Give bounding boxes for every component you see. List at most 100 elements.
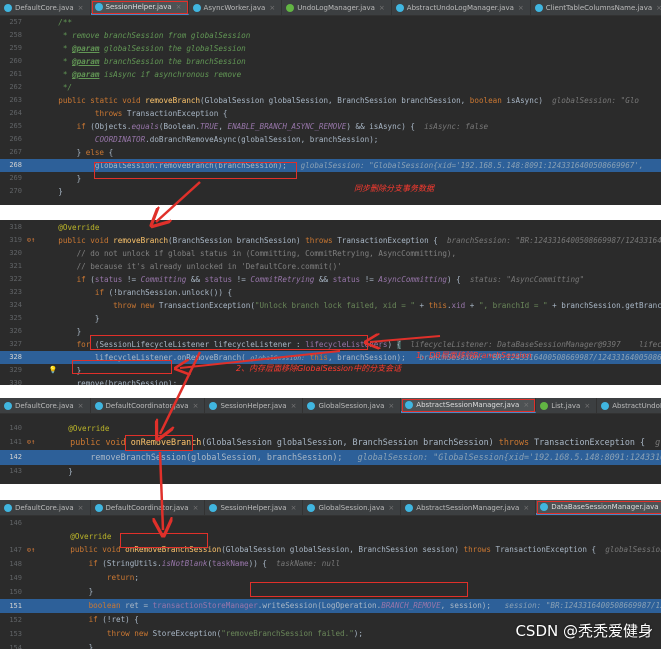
code-line[interactable]: 265 if (Objects.equals(Boolean.TRUE, ENA… bbox=[0, 120, 661, 133]
close-icon[interactable]: × bbox=[388, 504, 394, 512]
code-line[interactable]: 264 throws TransactionException { bbox=[0, 107, 661, 120]
code-line[interactable]: 261 * @param isAsync if asynchronous rem… bbox=[0, 68, 661, 81]
close-icon[interactable]: × bbox=[291, 402, 297, 410]
close-icon[interactable]: × bbox=[523, 401, 529, 409]
tab-asyncworker-java[interactable]: AsyncWorker.java × bbox=[189, 0, 283, 15]
close-icon[interactable]: × bbox=[269, 4, 275, 12]
annotation-memory-remove: 2、内存层面移除GlobalSession中的分支会话 bbox=[236, 364, 402, 373]
class-icon bbox=[4, 3, 12, 12]
override-gutter-icon[interactable]: ⊙↑ bbox=[24, 234, 38, 247]
close-icon[interactable]: × bbox=[291, 504, 297, 512]
code-line[interactable]: 143 } bbox=[0, 465, 661, 478]
code-line[interactable]: 154 } bbox=[0, 641, 661, 649]
code-line[interactable]: 141 ⊙↑ public void onRemoveBranch(GlobalS… bbox=[0, 435, 661, 450]
code-line[interactable]: 257 /** bbox=[0, 16, 661, 29]
close-icon[interactable]: × bbox=[584, 402, 590, 410]
code-line[interactable]: 260 * @param branchSession the branchSes… bbox=[0, 55, 661, 68]
code-line[interactable]: 150 } bbox=[0, 585, 661, 599]
code-line[interactable]: 140 @Override bbox=[0, 422, 661, 435]
code-line[interactable]: 324 throw new TransactionException("Unlo… bbox=[0, 299, 661, 312]
code-line[interactable]: 269 } bbox=[0, 172, 661, 185]
code-line[interactable]: 262 */ bbox=[0, 81, 661, 94]
line-number: 320 bbox=[9, 249, 22, 257]
class-icon bbox=[4, 503, 12, 512]
tab-clienttablecolumnsname-java[interactable]: ClientTableColumnsName.java× bbox=[531, 0, 661, 15]
code-line[interactable]: 321 // because it's already unlocked in … bbox=[0, 260, 661, 273]
line-text: /** bbox=[58, 18, 73, 27]
code-line[interactable]: 330 remove(branchSession); bbox=[0, 377, 661, 385]
tab-abstractundologmanager-java[interactable]: AbstractUndoLogManager.java× bbox=[597, 398, 661, 413]
tab-defaultcore-java[interactable]: DefaultCore.java × bbox=[0, 398, 91, 413]
tab-abstractundologmanager-java[interactable]: AbstractUndoLogManager.java× bbox=[392, 0, 531, 15]
code-line[interactable]: 146 @Override bbox=[0, 530, 661, 543]
code-line[interactable]: 263 public static void removeBranch(Glob… bbox=[0, 94, 661, 107]
tab-abstractsessionmanager-java[interactable]: AbstractSessionManager.java × bbox=[401, 398, 537, 413]
close-icon[interactable]: × bbox=[193, 402, 199, 410]
line-text: public void onRemoveBranchSession(Global… bbox=[70, 545, 661, 554]
tab-label: AsyncWorker.java bbox=[203, 3, 266, 12]
line-number: 147 bbox=[9, 546, 22, 554]
close-icon[interactable]: × bbox=[388, 402, 394, 410]
code-line-current[interactable]: 151 boolean ret = transactionStoreManage… bbox=[0, 599, 661, 613]
close-icon[interactable]: × bbox=[379, 4, 385, 12]
tab-label: SessionHelper.java bbox=[105, 2, 172, 11]
close-icon[interactable]: × bbox=[176, 3, 182, 11]
line-number: 153 bbox=[9, 630, 22, 638]
code-line[interactable]: 326 } bbox=[0, 325, 661, 338]
override-gutter-icon[interactable]: ⊙↑ bbox=[24, 435, 38, 450]
tab-globalsession-java[interactable]: GlobalSession.java × bbox=[303, 500, 402, 515]
code-line[interactable]: 148 if (StringUtils.isNotBlank(taskName)… bbox=[0, 557, 661, 571]
code-line[interactable]: 320 // do not unlock if global status in… bbox=[0, 247, 661, 260]
code-line[interactable]: 323 if (!branchSession.unlock()) { bbox=[0, 286, 661, 299]
line-text: * remove branchSession from globalSessio… bbox=[62, 31, 251, 40]
tab-databasesessionmanager-java[interactable]: DataBaseSessionManager.java× bbox=[536, 500, 661, 515]
line-number: 328 bbox=[9, 353, 22, 361]
override-gutter-icon[interactable]: ⊙↑ bbox=[24, 543, 38, 557]
tab-globalsession-java[interactable]: GlobalSession.java × bbox=[303, 398, 402, 413]
line-text: @Override bbox=[68, 424, 110, 433]
code-line[interactable]: 325 } bbox=[0, 312, 661, 325]
editor-panel-abstract-session-manager: DefaultCore.java × DefaultCoordinator.java… bbox=[0, 398, 661, 484]
close-icon[interactable]: × bbox=[78, 4, 84, 12]
line-text: removeBranchSession(globalSession, branc… bbox=[50, 452, 661, 462]
close-icon[interactable]: × bbox=[518, 4, 524, 12]
code-line-current[interactable]: 268 globalSession.removeBranch(branchSes… bbox=[0, 159, 661, 172]
code-line[interactable]: 270 } bbox=[0, 185, 661, 198]
line-text: } bbox=[52, 587, 94, 596]
code-line[interactable]: 266 COORDINATOR.doBranchRemoveAsync(glob… bbox=[0, 133, 661, 146]
close-icon[interactable]: × bbox=[193, 504, 199, 512]
code-line[interactable]: 327 for (SessionLifecycleListener lifecy… bbox=[0, 338, 661, 351]
tab-defaultcoordinator-java[interactable]: DefaultCoordinator.java × bbox=[91, 500, 206, 515]
code-line[interactable]: 259 * @param globalSession the globalSes… bbox=[0, 42, 661, 55]
line-number: 259 bbox=[9, 44, 22, 52]
code-line-current[interactable]: 142 removeBranchSession(globalSession, b… bbox=[0, 450, 661, 465]
tab-sessionhelper-java[interactable]: SessionHelper.java × bbox=[90, 0, 189, 15]
line-number: 266 bbox=[9, 135, 22, 143]
tab-list-java[interactable]: List.java × bbox=[536, 398, 598, 413]
tab-sessionhelper-java[interactable]: SessionHelper.java × bbox=[205, 398, 304, 413]
tab-label: GlobalSession.java bbox=[318, 503, 385, 512]
line-text: throw new StoreException("removeBranchSe… bbox=[106, 629, 363, 638]
code-line[interactable]: 318 @Override bbox=[0, 221, 661, 234]
tab-defaultcoordinator-java[interactable]: DefaultCoordinator.java × bbox=[91, 398, 206, 413]
line-number: 268 bbox=[9, 161, 22, 169]
tab-defaultcore-java[interactable]: DefaultCore.java × bbox=[0, 500, 91, 515]
tab-undologmanager-java[interactable]: UndoLogManager.java × bbox=[282, 0, 392, 15]
code-line[interactable]: 319 ⊙↑ public void removeBranch(BranchSes… bbox=[0, 234, 661, 247]
code-line[interactable]: 147 ⊙↑ public void onRemoveBranchSession(… bbox=[0, 543, 661, 557]
code-line[interactable]: 258 * remove branchSession from globalSe… bbox=[0, 29, 661, 42]
tab-abstractsessionmanager-java[interactable]: AbstractSessionManager.java × bbox=[401, 500, 537, 515]
code-line[interactable]: 149 return; bbox=[0, 571, 661, 585]
close-icon[interactable]: × bbox=[78, 402, 84, 410]
line-text: } bbox=[40, 327, 82, 336]
close-icon[interactable]: × bbox=[656, 4, 661, 12]
tab-sessionhelper-java[interactable]: SessionHelper.java × bbox=[205, 500, 304, 515]
close-icon[interactable]: × bbox=[78, 504, 84, 512]
code-line[interactable]: 146 bbox=[0, 517, 661, 530]
tab-defaultcore-java[interactable]: DefaultCore.java × bbox=[0, 0, 91, 15]
line-number: 262 bbox=[9, 83, 22, 91]
close-icon[interactable]: × bbox=[523, 504, 529, 512]
code-line[interactable]: 322 if (status != Committing && status !… bbox=[0, 273, 661, 286]
code-line[interactable]: 267 } else { bbox=[0, 146, 661, 159]
tab-label: DefaultCoordinator.java bbox=[105, 503, 189, 512]
